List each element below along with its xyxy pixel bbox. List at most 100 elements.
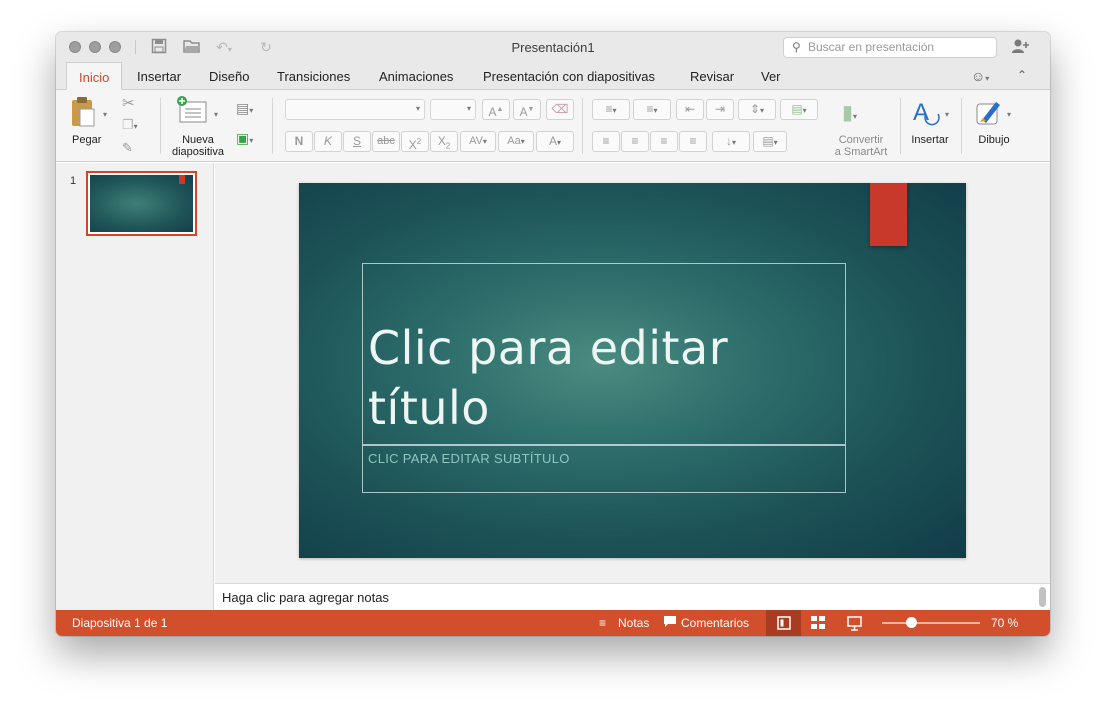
zoom-slider-thumb[interactable]	[905, 617, 917, 628]
strikethrough-button[interactable]: abc	[372, 131, 400, 152]
cut-icon[interactable]: ✂	[122, 94, 135, 112]
thumbnail-flag	[179, 175, 185, 184]
bold-button[interactable]: N	[285, 131, 313, 152]
tab-diseno[interactable]: Diseño	[209, 62, 249, 90]
subtitle-placeholder-text: CLIC PARA EDITAR SUBTÍTULO	[368, 451, 570, 466]
status-bar: Diapositiva 1 de 1 ≡ Notas Comentarios 7…	[56, 610, 1050, 636]
collapse-ribbon-icon[interactable]: ⌃	[1017, 68, 1027, 82]
format-painter-icon[interactable]: ✎	[122, 140, 133, 156]
normal-view-button[interactable]	[766, 610, 801, 636]
drawing-label: Dibujo	[978, 134, 1010, 146]
title-bar: ↶▾ ↻ Presentación1 ⚲ Buscar en presentac…	[56, 32, 1050, 62]
numbering-icon[interactable]: ≡▾	[633, 99, 671, 120]
slideshow-icon[interactable]	[847, 616, 862, 636]
tab-insertar[interactable]: Insertar	[137, 62, 181, 90]
ribbon-divider	[900, 98, 901, 154]
drawing-dropdown-icon[interactable]: ▾	[1007, 110, 1011, 119]
notes-icon[interactable]: ≡	[599, 616, 606, 630]
ribbon-divider	[160, 98, 161, 154]
line-spacing-button[interactable]: ⇕▾	[738, 99, 776, 120]
slide-decoration-flag	[870, 183, 907, 246]
decrease-font-button[interactable]: A▼	[513, 99, 541, 120]
smartart-label-line2: a SmartArt	[834, 146, 888, 158]
share-icon[interactable]	[1011, 38, 1031, 58]
change-case-button[interactable]: Aa▾	[498, 131, 534, 152]
notes-toggle[interactable]: Notas	[618, 616, 649, 630]
notes-scrollbar[interactable]	[1039, 587, 1046, 607]
underline-button[interactable]: S	[343, 131, 371, 152]
zoom-slider-track[interactable]	[882, 622, 980, 624]
paste-dropdown-icon[interactable]: ▾	[103, 110, 107, 119]
text-direction-button[interactable]: ↓▾	[712, 131, 750, 152]
copy-icon[interactable]: ❐▾	[122, 117, 138, 133]
tab-animaciones[interactable]: Animaciones	[379, 62, 453, 90]
font-name-select[interactable]: ▾	[285, 99, 425, 120]
search-icon: ⚲	[792, 40, 801, 54]
thumbnail-number: 1	[70, 175, 77, 187]
smiley-icon[interactable]: ☺▾	[971, 68, 989, 84]
slide-thumbnail-pane: 1	[56, 163, 214, 610]
italic-button[interactable]: K	[314, 131, 342, 152]
layout-icon[interactable]: ▤▾	[236, 100, 253, 117]
powerpoint-window: ↶▾ ↻ Presentación1 ⚲ Buscar en presentac…	[56, 32, 1050, 636]
tab-revisar[interactable]: Revisar	[690, 62, 734, 90]
text-align-vertical-button[interactable]: ▤▾	[753, 131, 787, 152]
insert-label: Insertar	[911, 134, 949, 146]
zoom-level[interactable]: 70 %	[991, 616, 1018, 630]
subtitle-placeholder[interactable]: CLIC PARA EDITAR SUBTÍTULO	[362, 445, 846, 493]
ribbon-divider	[582, 98, 583, 154]
increase-font-button[interactable]: A▲	[482, 99, 510, 120]
new-slide-label-line1: Nueva	[182, 134, 214, 146]
smartart-label-line1: Convertir	[838, 134, 884, 146]
new-slide-dropdown-icon[interactable]: ▾	[214, 110, 218, 119]
ribbon-divider	[272, 98, 273, 154]
title-placeholder-text: Clic para editar título	[368, 321, 729, 435]
notes-placeholder: Haga clic para agregar notas	[222, 590, 389, 605]
comments-toggle[interactable]: Comentarios	[681, 616, 749, 630]
slide-counter: Diapositiva 1 de 1	[72, 616, 168, 630]
font-color-button[interactable]: A▾	[536, 131, 574, 152]
new-slide-label: Nueva diapositiva	[171, 134, 225, 158]
search-input[interactable]: ⚲ Buscar en presentación	[783, 37, 997, 58]
comments-icon[interactable]	[663, 615, 677, 631]
insert-dropdown-icon[interactable]: ▾	[945, 110, 949, 119]
new-slide-button[interactable]	[176, 96, 208, 129]
increase-indent-button[interactable]: ⇥	[706, 99, 734, 120]
paste-button[interactable]	[70, 96, 96, 133]
title-placeholder[interactable]: Clic para editar título	[362, 263, 846, 445]
clear-format-icon[interactable]: ⌫	[546, 99, 574, 120]
superscript-button[interactable]: X2	[401, 131, 429, 152]
align-center-button[interactable]: ≡	[621, 131, 649, 152]
ribbon-divider	[961, 98, 962, 154]
tab-transiciones[interactable]: Transiciones	[277, 62, 350, 90]
ribbon-home: ▾ Pegar ✂ ❐▾ ✎ ▾ Nueva diapositiva ▤▾ ▣▾…	[56, 90, 1050, 162]
thumbnail-preview	[90, 175, 193, 232]
justify-button[interactable]: ≡	[679, 131, 707, 152]
tab-inicio[interactable]: Inicio	[66, 62, 123, 90]
slide-canvas[interactable]: Clic para editar título CLIC PARA EDITAR…	[299, 183, 966, 558]
slide-editor: Clic para editar título CLIC PARA EDITAR…	[215, 163, 1050, 583]
bullets-icon[interactable]: ≡▾	[592, 99, 630, 120]
decrease-indent-button[interactable]: ⇤	[676, 99, 704, 120]
notes-pane[interactable]: Haga clic para agregar notas	[215, 583, 1050, 610]
character-spacing-button[interactable]: AV▾	[460, 131, 496, 152]
align-left-button[interactable]: ≡	[592, 131, 620, 152]
slide-thumbnail[interactable]	[86, 171, 197, 236]
paste-label: Pegar	[72, 134, 102, 146]
tab-ver[interactable]: Ver	[761, 62, 781, 90]
search-placeholder: Buscar en presentación	[808, 40, 935, 54]
smartart-label: Convertir a SmartArt	[828, 134, 894, 158]
ribbon-tabs: Inicio Insertar Diseño Transiciones Anim…	[56, 62, 1050, 90]
columns-button[interactable]: ▤▾	[780, 99, 818, 120]
subscript-button[interactable]: X2	[430, 131, 458, 152]
sorter-view-icon[interactable]	[811, 616, 826, 635]
normal-view-icon	[777, 616, 791, 630]
align-right-button[interactable]: ≡	[650, 131, 678, 152]
drawing-icon[interactable]	[974, 96, 1004, 131]
tab-presentacion[interactable]: Presentación con diapositivas	[483, 62, 655, 90]
section-icon[interactable]: ▣▾	[236, 130, 253, 147]
shapes-icon[interactable]: A	[912, 96, 942, 131]
smartart-icon[interactable]: ▮▾	[842, 100, 857, 125]
new-slide-label-line2: diapositiva	[172, 146, 224, 158]
font-size-select[interactable]: ▾	[430, 99, 476, 120]
